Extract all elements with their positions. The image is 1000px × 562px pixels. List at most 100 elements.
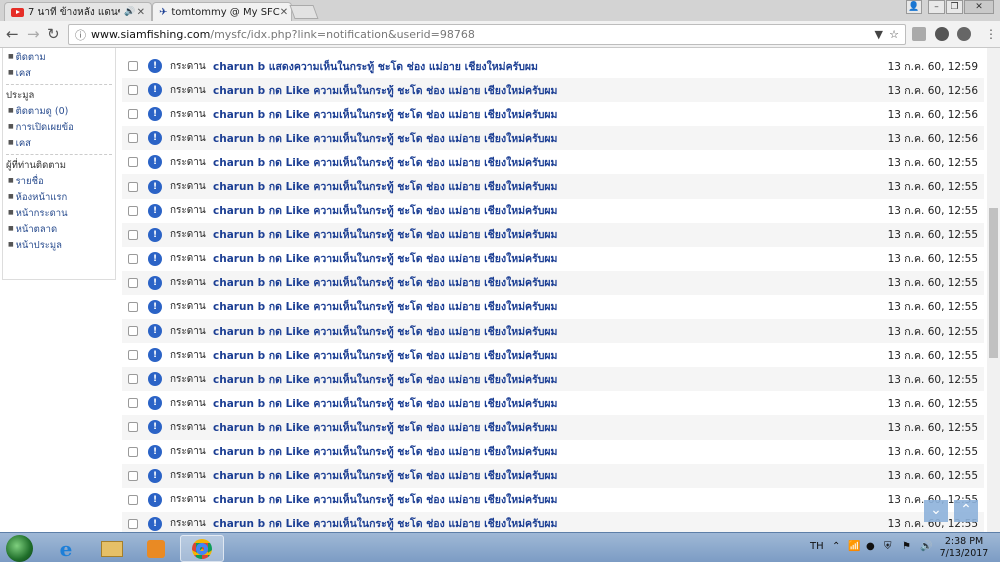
notification-text[interactable]: charun b กด Like ความเห็นในกระทู้ ชะโด ช… [213, 226, 557, 243]
profile-icon[interactable]: 👤 [906, 0, 922, 14]
sidebar-item[interactable]: การเปิดเผยข้อ [6, 119, 112, 135]
notification-text[interactable]: charun b กด Like ความเห็นในกระทู้ ชะโด ช… [213, 298, 557, 315]
row-checkbox[interactable] [128, 277, 138, 288]
notification-source[interactable]: กระดาน [170, 492, 206, 507]
speaker-icon[interactable]: 🔊 [124, 7, 135, 17]
row-checkbox[interactable] [128, 398, 138, 409]
notification-text[interactable]: charun b แสดงความเห็นในกระทู้ ชะโด ช่อง … [213, 58, 538, 75]
notification-source[interactable]: กระดาน [170, 227, 206, 242]
notification-row[interactable]: ! กระดาน charun b กด Like ความเห็นในกระทู้… [122, 78, 984, 103]
reload-icon[interactable]: ↻ [47, 26, 60, 42]
notification-text[interactable]: charun b กด Like ความเห็นในกระทู้ ชะโด ช… [213, 395, 557, 412]
new-tab-button[interactable] [289, 5, 319, 19]
row-checkbox[interactable] [128, 181, 138, 192]
row-checkbox[interactable] [128, 253, 138, 264]
notification-text[interactable]: charun b กด Like ความเห็นในกระทู้ ชะโด ช… [213, 178, 557, 195]
vertical-scrollbar[interactable] [987, 48, 1000, 532]
row-checkbox[interactable] [128, 157, 138, 168]
row-checkbox[interactable] [128, 109, 138, 120]
notification-source[interactable]: กระดาน [170, 203, 206, 218]
notification-source[interactable]: กระดาน [170, 131, 206, 146]
notification-row[interactable]: ! กระดาน charun b กด Like ความเห็นในกระทู้… [122, 511, 984, 532]
bookmark-bar-icon[interactable]: ▼ [875, 28, 883, 41]
notification-text[interactable]: charun b กด Like ความเห็นในกระทู้ ชะโด ช… [213, 130, 557, 147]
row-checkbox[interactable] [128, 133, 138, 144]
notification-row[interactable]: ! กระดาน charun b กด Like ความเห็นในกระทู้… [122, 343, 984, 368]
notification-source[interactable]: กระดาน [170, 396, 206, 411]
notification-row[interactable]: ! กระดาน charun b กด Like ความเห็นในกระทู้… [122, 319, 984, 344]
menu-icon[interactable]: ⋮ [985, 26, 997, 42]
maximize-button[interactable]: ❐ [946, 0, 963, 14]
row-checkbox[interactable] [128, 446, 138, 457]
close-tab-icon[interactable]: ✕ [280, 7, 288, 18]
clock[interactable]: 2:38 PM 7/13/2017 [938, 536, 990, 560]
notification-row[interactable]: ! กระดาน charun b กด Like ความเห็นในกระทู้… [122, 270, 984, 295]
chrome-icon[interactable] [180, 535, 224, 562]
scroll-top-button[interactable]: ⌃ [954, 500, 978, 522]
language-indicator[interactable]: TH [810, 541, 824, 552]
notification-text[interactable]: charun b กด Like ความเห็นในกระทู้ ชะโด ช… [213, 274, 557, 291]
sidebar-item[interactable]: หน้าประมูล [6, 237, 112, 253]
notification-text[interactable]: charun b กด Like ความเห็นในกระทู้ ชะโด ช… [213, 371, 557, 388]
tray-app-icon[interactable]: ● [866, 541, 875, 552]
notification-source[interactable]: กระดาน [170, 420, 206, 435]
sidebar-item[interactable]: ห้องหน้าแรก [6, 189, 112, 205]
notification-row[interactable]: ! กระดาน charun b กด Like ความเห็นในกระทู้… [122, 174, 984, 199]
row-checkbox[interactable] [128, 301, 138, 312]
row-checkbox[interactable] [128, 470, 138, 481]
notification-source[interactable]: กระดาน [170, 83, 206, 98]
row-checkbox[interactable] [128, 229, 138, 240]
notification-text[interactable]: charun b กด Like ความเห็นในกระทู้ ชะโด ช… [213, 202, 557, 219]
address-bar[interactable]: ⓘ www.siamfishing.com/mysfc/idx.php?link… [68, 24, 906, 45]
notification-row[interactable]: ! กระดาน charun b กด Like ความเห็นในกระทู้… [122, 439, 984, 464]
volume-icon[interactable]: 🔊 [920, 541, 932, 552]
notification-source[interactable]: กระดาน [170, 372, 206, 387]
sidebar-item[interactable]: เคส [6, 65, 112, 81]
sidebar-item[interactable]: ติดตามดู (0) [6, 103, 112, 119]
notification-text[interactable]: charun b กด Like ความเห็นในกระทู้ ชะโด ช… [213, 443, 557, 460]
notification-text[interactable]: charun b กด Like ความเห็นในกระทู้ ชะโด ช… [213, 250, 557, 267]
notification-source[interactable]: กระดาน [170, 251, 206, 266]
notification-source[interactable]: กระดาน [170, 468, 206, 483]
row-checkbox[interactable] [128, 350, 138, 361]
tray-overflow-icon[interactable]: ⌃ [832, 541, 840, 552]
notification-text[interactable]: charun b กด Like ความเห็นในกระทู้ ชะโด ช… [213, 419, 557, 436]
action-center-icon[interactable]: ⚑ [902, 541, 911, 552]
row-checkbox[interactable] [128, 85, 138, 96]
notification-source[interactable]: กระดาน [170, 59, 206, 74]
file-explorer-icon[interactable] [90, 535, 134, 562]
forward-icon[interactable]: → [27, 26, 40, 42]
start-button[interactable] [6, 535, 33, 562]
notification-row[interactable]: ! กระดาน charun b กด Like ความเห็นในกระทู้… [122, 294, 984, 320]
notification-text[interactable]: charun b กด Like ความเห็นในกระทู้ ชะโด ช… [213, 491, 557, 508]
sidebar-item[interactable]: หน้าตลาด [6, 221, 112, 237]
tab-mysfc[interactable]: ✈ tomtommy @ My SFC ✕ [152, 2, 292, 21]
notification-row[interactable]: ! กระดาน charun b กด Like ความเห็นในกระทู้… [122, 367, 984, 392]
row-checkbox[interactable] [128, 422, 138, 433]
notification-source[interactable]: กระดาน [170, 275, 206, 290]
star-icon[interactable]: ☆ [889, 28, 899, 41]
notification-source[interactable]: กระดาน [170, 516, 206, 531]
notification-source[interactable]: กระดาน [170, 179, 206, 194]
notification-text[interactable]: charun b กด Like ความเห็นในกระทู้ ชะโด ช… [213, 323, 557, 340]
notification-row[interactable]: ! กระดาน charun b กด Like ความเห็นในกระทู้… [122, 102, 984, 127]
sidebar-item[interactable]: เคส [6, 135, 112, 151]
row-checkbox[interactable] [128, 374, 138, 385]
back-icon[interactable]: ← [6, 26, 19, 42]
row-checkbox[interactable] [128, 518, 138, 529]
close-tab-icon[interactable]: ✕ [137, 7, 145, 18]
sidebar-item[interactable]: รายชื่อ [6, 173, 112, 189]
sidebar-item[interactable]: ติดตาม [6, 49, 112, 65]
notification-text[interactable]: charun b กด Like ความเห็นในกระทู้ ชะโด ช… [213, 467, 557, 484]
minimize-button[interactable]: – [928, 0, 945, 14]
notification-text[interactable]: charun b กด Like ความเห็นในกระทู้ ชะโด ช… [213, 515, 557, 532]
row-checkbox[interactable] [128, 326, 138, 337]
tab-youtube[interactable]: 7 นาที ข้างหลัง แดนซ์ แค 🔊 ✕ [4, 2, 152, 21]
row-checkbox[interactable] [128, 61, 138, 72]
notification-text[interactable]: charun b กด Like ความเห็นในกระทู้ ชะโด ช… [213, 154, 557, 171]
row-checkbox[interactable] [128, 205, 138, 216]
notification-text[interactable]: charun b กด Like ความเห็นในกระทู้ ชะโด ช… [213, 82, 557, 99]
scrollbar-thumb[interactable] [989, 208, 998, 358]
row-checkbox[interactable] [128, 494, 138, 505]
notification-source[interactable]: กระดาน [170, 324, 206, 339]
